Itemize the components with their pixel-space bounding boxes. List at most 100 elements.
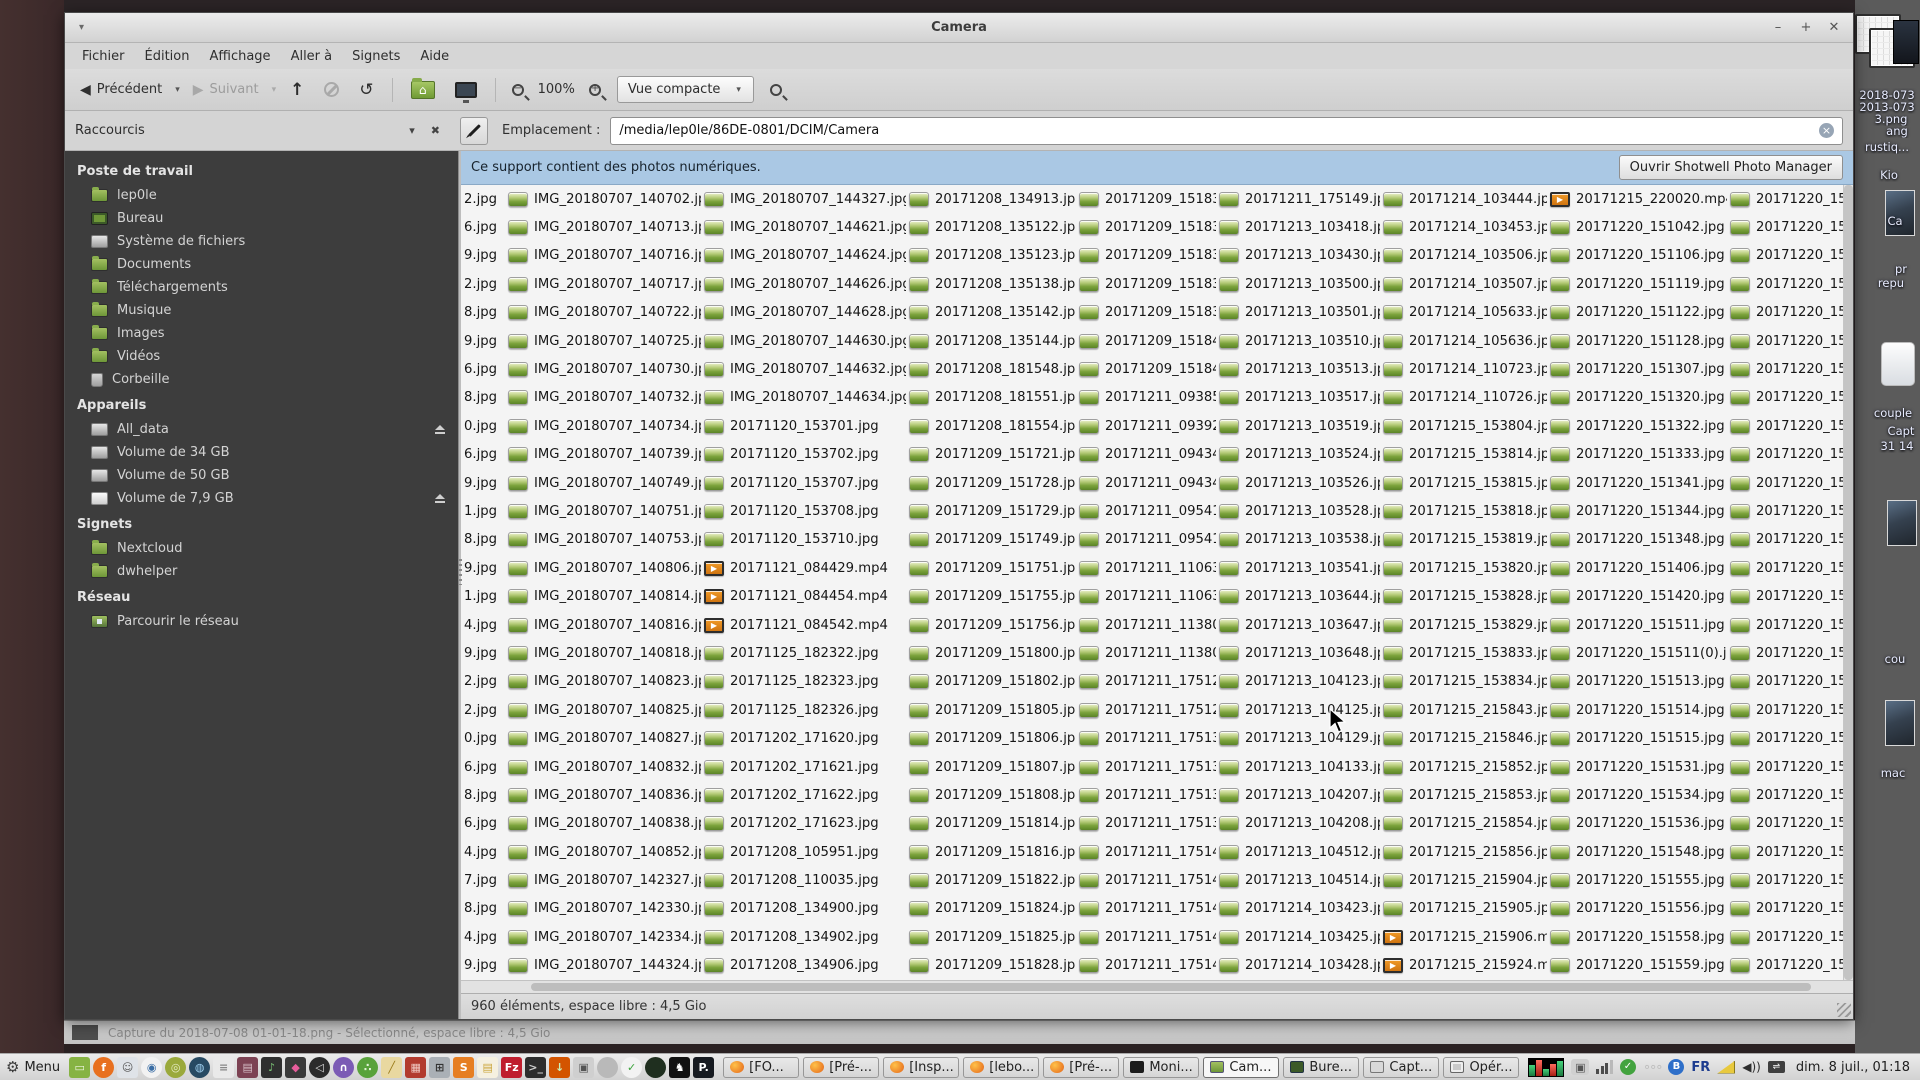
desktop-icon-label[interactable]: mac	[1861, 766, 1920, 780]
power-icon[interactable]: ⇌	[1767, 1061, 1785, 1073]
stylus-icon[interactable]: ╱	[381, 1056, 403, 1078]
file-item[interactable]: 20171209_151840.jpg	[1076, 327, 1216, 355]
menu-item-signets[interactable]: Signets	[343, 46, 409, 67]
sidebar-item-documents[interactable]: Documents	[65, 253, 458, 276]
file-item[interactable]: 20171220_151618	[1727, 299, 1843, 327]
file-item[interactable]: 20171215_153834.jpg	[1380, 668, 1547, 696]
file-item[interactable]: 20171211_175137.jpg	[1076, 781, 1216, 809]
file-item[interactable]: 20171211_093855.jpg	[1076, 384, 1216, 412]
file-item[interactable]: 20171220_151803	[1727, 639, 1843, 667]
shield-check-icon[interactable]: ✓	[1619, 1059, 1636, 1075]
film-strip-icon[interactable]: ▤	[237, 1056, 259, 1078]
file-item[interactable]: 20171120_153702.jpg	[701, 441, 906, 469]
file-item[interactable]: 20171220_151715	[1727, 554, 1843, 582]
file-item[interactable]: 20171211_175148.jpg	[1076, 952, 1216, 980]
up-button[interactable]: ↑	[282, 80, 312, 100]
close-button[interactable]: ✕	[1827, 20, 1841, 35]
file-item[interactable]: 20171213_103528.jpg	[1216, 497, 1380, 525]
file-item[interactable]: 20171215_215843.jpg	[1380, 696, 1547, 724]
file-item[interactable]: 20171213_103644.jpg	[1216, 582, 1380, 610]
file-item[interactable]: IMG_20180707_140749.jpg	[505, 469, 701, 497]
desktop-photo-thumbnail[interactable]	[1885, 700, 1915, 746]
file-item[interactable]: IMG_20180707_142334.jpg	[505, 923, 701, 951]
sidebar-switch-dropdown[interactable]: ▾	[401, 124, 423, 137]
unity-icon[interactable]: ◁	[309, 1056, 331, 1078]
file-item[interactable]: 6.jpg	[461, 355, 505, 383]
file-item[interactable]: 20171209_151828.jpg	[906, 952, 1076, 980]
file-item[interactable]: 8.jpg	[461, 526, 505, 554]
taskbar-window-insp[interactable]: [Insp...	[883, 1056, 960, 1078]
file-item[interactable]: 20171211_113808.jpg	[1076, 639, 1216, 667]
network-signal-icon[interactable]	[1596, 1060, 1613, 1074]
file-item[interactable]: 20171220_151626	[1727, 355, 1843, 383]
taskbar-window-cam[interactable]: Cam...	[1203, 1056, 1280, 1078]
taskbar-window-capt[interactable]: Capt...	[1363, 1056, 1440, 1078]
computer-button[interactable]	[454, 81, 477, 103]
sidebar-close-icon[interactable]: ✖	[423, 124, 448, 137]
file-item[interactable]: 7.jpg	[461, 866, 505, 894]
circuit-board-icon[interactable]: ▦	[405, 1056, 427, 1078]
file-item[interactable]: 20171220_151106.jpg	[1547, 242, 1727, 270]
refresh-button[interactable]: ↺	[351, 80, 381, 100]
file-item[interactable]: 20171211_175149.jpg	[1216, 185, 1380, 213]
file-item[interactable]: 20171220_151122.jpg	[1547, 299, 1727, 327]
desktop-icon-label[interactable]: 31 14	[1865, 439, 1920, 453]
file-item[interactable]: IMG_20180707_140732.jpg	[505, 384, 701, 412]
file-item[interactable]: 20171215_153829.jpg	[1380, 611, 1547, 639]
taskbar-window-pr[interactable]: [Pré-...	[803, 1056, 880, 1078]
file-item[interactable]: IMG_20180707_144626.jpg	[701, 270, 906, 298]
file-item[interactable]: 20171220_151619	[1727, 327, 1843, 355]
file-item[interactable]: 20171220_151556.jpg	[1547, 895, 1727, 923]
file-item[interactable]: IMG_20180707_144621.jpg	[701, 213, 906, 241]
file-item[interactable]: 20171202_171621.jpg	[701, 753, 906, 781]
file-item[interactable]: 20171220_151534.jpg	[1547, 781, 1727, 809]
bluetooth-icon[interactable]: B	[1668, 1059, 1685, 1075]
file-item[interactable]: 20171211_175129.jpg	[1076, 696, 1216, 724]
file-item[interactable]: 20171208_135142.jpg	[906, 299, 1076, 327]
file-item[interactable]: 4.jpg	[461, 838, 505, 866]
file-item[interactable]: 20171120_153701.jpg	[701, 412, 906, 440]
file-item[interactable]: IMG_20180707_140836.jpg	[505, 781, 701, 809]
file-item[interactable]: 20171220_151613	[1727, 270, 1843, 298]
sublime-icon[interactable]: S	[453, 1056, 475, 1078]
file-item[interactable]: 20171213_103648.jpg	[1216, 639, 1380, 667]
desktop-phone-thumbnail[interactable]	[1881, 342, 1915, 386]
file-item[interactable]: 20171120_153708.jpg	[701, 497, 906, 525]
file-item[interactable]: 20171214_103507.jpg	[1380, 270, 1547, 298]
file-item[interactable]: 20171211_175126.jpg	[1076, 668, 1216, 696]
file-item[interactable]: 2.jpg	[461, 185, 505, 213]
file-item[interactable]: 20171209_151805.jpg	[906, 696, 1076, 724]
file-item[interactable]: IMG_20180707_144634.jpg	[701, 384, 906, 412]
file-item[interactable]: 20171215_153818.jpg	[1380, 497, 1547, 525]
sphere-icon[interactable]	[597, 1056, 619, 1078]
menu-button[interactable]: Menu	[24, 1060, 60, 1075]
file-item[interactable]: 20171220_151420.jpg	[1547, 582, 1727, 610]
music-icon[interactable]: ♪	[261, 1056, 283, 1078]
menu-item-fichier[interactable]: Fichier	[73, 46, 134, 67]
titlebar[interactable]: ▾ Camera – + ✕	[65, 13, 1853, 43]
file-item[interactable]: 20171213_103418.jpg	[1216, 213, 1380, 241]
file-item[interactable]: 20171213_103513.jpg	[1216, 355, 1380, 383]
calculator-icon[interactable]: ⊞	[429, 1056, 451, 1078]
file-item[interactable]: IMG_20180707_140814.jpg	[505, 582, 701, 610]
file-item[interactable]: 20171213_103517.jpg	[1216, 384, 1380, 412]
file-item[interactable]: 20171220_151555.jpg	[1547, 866, 1727, 894]
file-item[interactable]: 8.jpg	[461, 384, 505, 412]
file-item[interactable]: 20171211_093929.jpg	[1076, 412, 1216, 440]
file-item[interactable]: 20171215_215856.jpg	[1380, 838, 1547, 866]
file-item[interactable]: 20171220_151558.jpg	[1547, 923, 1727, 951]
file-item[interactable]: 20171209_151751.jpg	[906, 554, 1076, 582]
file-item[interactable]: 20171208_134900.jpg	[701, 895, 906, 923]
sidebar-item-bureau[interactable]: Bureau	[65, 207, 458, 230]
file-item[interactable]: IMG_20180707_140725.jpg	[505, 327, 701, 355]
file-item[interactable]: 0.jpg	[461, 412, 505, 440]
file-item[interactable]: 20171215_153815.jpg	[1380, 469, 1547, 497]
file-item[interactable]: 8.jpg	[461, 781, 505, 809]
file-item[interactable]: 20171220_151847	[1727, 810, 1843, 838]
file-item[interactable]: 9.jpg	[461, 952, 505, 980]
sidebar-item-lep0le[interactable]: lep0le	[65, 184, 458, 207]
file-item[interactable]: 20171209_151842.jpg	[1076, 355, 1216, 383]
sidebar-item-musique[interactable]: Musique	[65, 299, 458, 322]
file-item[interactable]: 9.jpg	[461, 554, 505, 582]
file-item[interactable]: 20171215_215904.jpg	[1380, 866, 1547, 894]
